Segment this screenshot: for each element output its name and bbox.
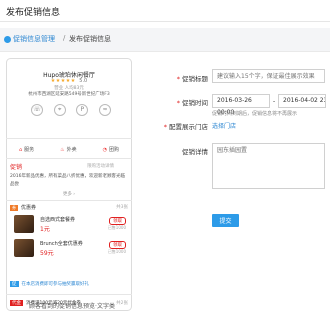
stores-label: * 配置展示门店 <box>160 121 208 131</box>
time-label-text: 促销时间 <box>182 99 208 107</box>
end-time-input[interactable]: 2016-04-02 23:59 <box>278 94 326 108</box>
select-stores-link[interactable]: 选择门店 <box>212 121 236 130</box>
shop-menu: ⌂ 服务 ♨ 外卖 ◔ 团购 <box>6 144 132 156</box>
app-title: 发布促销信息 <box>6 8 61 18</box>
note-text: 在本店消费即可参与抽奖赢取好礼 <box>21 282 90 287</box>
coupon-price: 1元 <box>40 226 50 233</box>
rating-stars: ★★★★★ <box>50 78 76 84</box>
menu-item-takeout[interactable]: ♨ 外卖 <box>60 144 77 156</box>
preview-caption: 顾客看到的促销信息预览·文字类 <box>29 303 115 310</box>
coupon-price: 59元 <box>40 250 54 257</box>
required-mark: * <box>176 99 180 107</box>
coupon-claim-button[interactable]: 领取 <box>109 241 126 249</box>
required-mark: * <box>163 123 167 131</box>
coupon-thumbnail <box>14 239 34 257</box>
promo-limit: 限购活动详情 <box>87 164 114 169</box>
divider <box>6 138 132 139</box>
coupon-item[interactable]: 自选西式套餐券 1元 领取 已售1000 <box>10 214 128 234</box>
coupon-item[interactable]: Brunch全套优惠券 59元 领取 已售1000 <box>10 238 128 258</box>
title-label-text: 促销标题 <box>182 75 208 83</box>
menu-label: 团购 <box>109 147 120 153</box>
coupon-claim-button[interactable]: 领取 <box>109 217 126 225</box>
stores-label-text: 配置展示门店 <box>169 123 208 131</box>
menu-item-groupbuy[interactable]: ◔ 团购 <box>103 144 119 156</box>
breadcrumb-publish-promotion: 发布促销信息 <box>69 35 111 43</box>
start-time-input[interactable]: 2016-03-26 00:00 <box>212 94 270 116</box>
coupon-header-label: 优惠券 <box>21 205 37 211</box>
promo-more-link[interactable]: 更多 › <box>10 191 128 197</box>
divider <box>6 200 132 201</box>
coupon-name: Brunch全套优惠券 <box>40 241 83 247</box>
submit-button[interactable]: 提交 <box>212 214 239 227</box>
top-bar: 发布促销信息 <box>0 0 330 22</box>
parking-icon: P <box>76 104 89 116</box>
breadcrumb: 促销信息管理 / 发布促销信息 <box>0 28 330 52</box>
promo-note: 促在本店消费即可参与抽奖赢取好礼 <box>10 281 128 287</box>
coupon-sold: 已售1000 <box>107 249 126 254</box>
breadcrumb-promotion-management[interactable]: 促销信息管理 <box>13 34 55 44</box>
required-mark: * <box>176 75 180 83</box>
time-separator: - <box>272 97 276 105</box>
breadcrumb-separator: / <box>63 34 66 42</box>
coupon-thumbnail <box>14 215 34 233</box>
location-icon[interactable]: ⌖ <box>53 104 66 116</box>
phone-preview: Hupo琥珀休闲餐厅 ★★★★★ 5.0 营业 人均83元 杭州市西湖区延安路5… <box>6 58 132 311</box>
shop-icons: ☏ ⌖ P ≈ <box>31 104 111 118</box>
detail-textarea[interactable] <box>212 143 325 189</box>
coupon-badge: 券 <box>10 205 18 211</box>
coupon-header: 券优惠券 共3张 <box>10 204 128 211</box>
takeout-icon: ♨ <box>60 147 65 153</box>
coupon-sold: 已售1000 <box>107 225 126 230</box>
home-icon[interactable] <box>4 36 11 43</box>
menu-item-service[interactable]: ⌂ 服务 <box>19 144 34 156</box>
menu-label: 服务 <box>24 147 35 153</box>
groupbuy-icon: ◔ <box>102 147 107 153</box>
title-label: * 促销标题 <box>170 73 208 83</box>
note-badge: 促 <box>10 281 19 287</box>
coupon-count: 共3张 <box>116 205 128 210</box>
menu-label: 外卖 <box>66 147 77 153</box>
home-icon: ⌂ <box>18 147 23 153</box>
shop-address: 杭州市西湖区延安路549号新世纪广场F3 <box>28 92 110 97</box>
wifi-icon: ≈ <box>98 104 111 116</box>
divider <box>6 294 132 295</box>
detail-label: 促销详情 <box>182 148 208 156</box>
time-hint: 促销时间到期后，促销信息将不再展示 <box>212 111 298 117</box>
promo-block: 促销 限购活动详情 2016年新品优惠，所有菜品八折优惠，欢迎新老顾客光临品尝 … <box>10 162 128 197</box>
rating-score: 5.0 <box>79 78 88 84</box>
promo-description: 2016年新品优惠，所有菜品八折优惠，欢迎新老顾客光临品尝 <box>10 174 125 187</box>
title-input[interactable] <box>212 69 325 83</box>
coupon-name: 自选西式套餐券 <box>40 217 76 223</box>
time-label: * 促销时间 <box>170 97 208 107</box>
divider <box>6 158 132 159</box>
shop-rating: ★★★★★ 5.0 <box>6 78 132 84</box>
phone-icon[interactable]: ☏ <box>31 104 43 116</box>
